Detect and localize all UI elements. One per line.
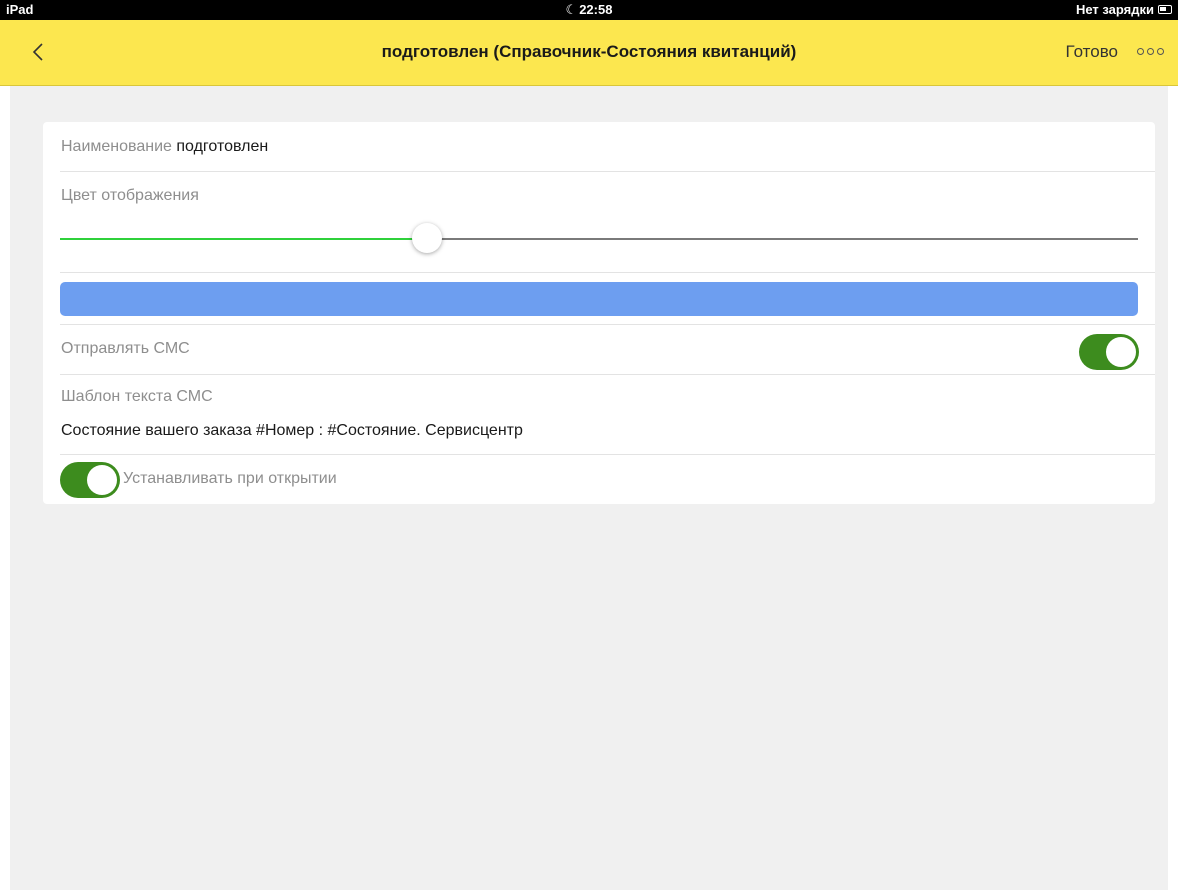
battery-status: Нет зарядки (1076, 2, 1172, 17)
sms-template-field[interactable]: Состояние вашего заказа #Номер : #Состоя… (61, 422, 523, 440)
set-on-open-label: Устанавливать при открытии (123, 470, 337, 487)
color-label: Цвет отображения (61, 187, 199, 204)
done-button[interactable]: Готово (1066, 42, 1119, 62)
name-label: Наименование (61, 138, 172, 155)
divider (60, 454, 1155, 455)
send-sms-toggle[interactable] (1079, 334, 1139, 370)
charging-status-text: Нет зарядки (1075, 2, 1154, 17)
sms-template-label: Шаблон текста СМС (61, 388, 213, 405)
send-sms-label: Отправлять СМС (61, 340, 190, 357)
divider (60, 324, 1155, 325)
moon-icon: ☾ (565, 2, 578, 17)
set-on-open-toggle[interactable] (60, 462, 120, 498)
content-area: Наименование подготовлен Цвет отображени… (10, 86, 1168, 890)
navigation-bar: подготовлен (Справочник-Состояния квитан… (0, 20, 1178, 86)
more-button[interactable] (1137, 48, 1164, 55)
form-card: Наименование подготовлен Цвет отображени… (43, 122, 1155, 504)
divider (60, 272, 1155, 273)
more-dot-icon (1147, 48, 1154, 55)
slider-track-filled (60, 238, 427, 240)
toggle-knob (1106, 337, 1136, 367)
name-field[interactable]: Наименование подготовлен (61, 138, 268, 156)
divider (60, 374, 1155, 375)
color-preview-swatch[interactable] (60, 282, 1138, 316)
slider-thumb[interactable] (412, 223, 442, 253)
page-title: подготовлен (Справочник-Состояния квитан… (381, 42, 797, 61)
divider (60, 171, 1155, 172)
name-value: подготовлен (176, 138, 269, 155)
toggle-knob (87, 465, 117, 495)
slider-track-empty (427, 238, 1138, 240)
color-slider[interactable] (60, 222, 1138, 256)
status-bar: iPad ☾ 22:58 Нет зарядки (0, 0, 1178, 20)
more-dot-icon (1157, 48, 1164, 55)
status-time-area: ☾ 22:58 (0, 2, 1178, 18)
battery-icon (1158, 5, 1172, 14)
more-dot-icon (1137, 48, 1144, 55)
status-time: 22:58 (579, 2, 613, 17)
